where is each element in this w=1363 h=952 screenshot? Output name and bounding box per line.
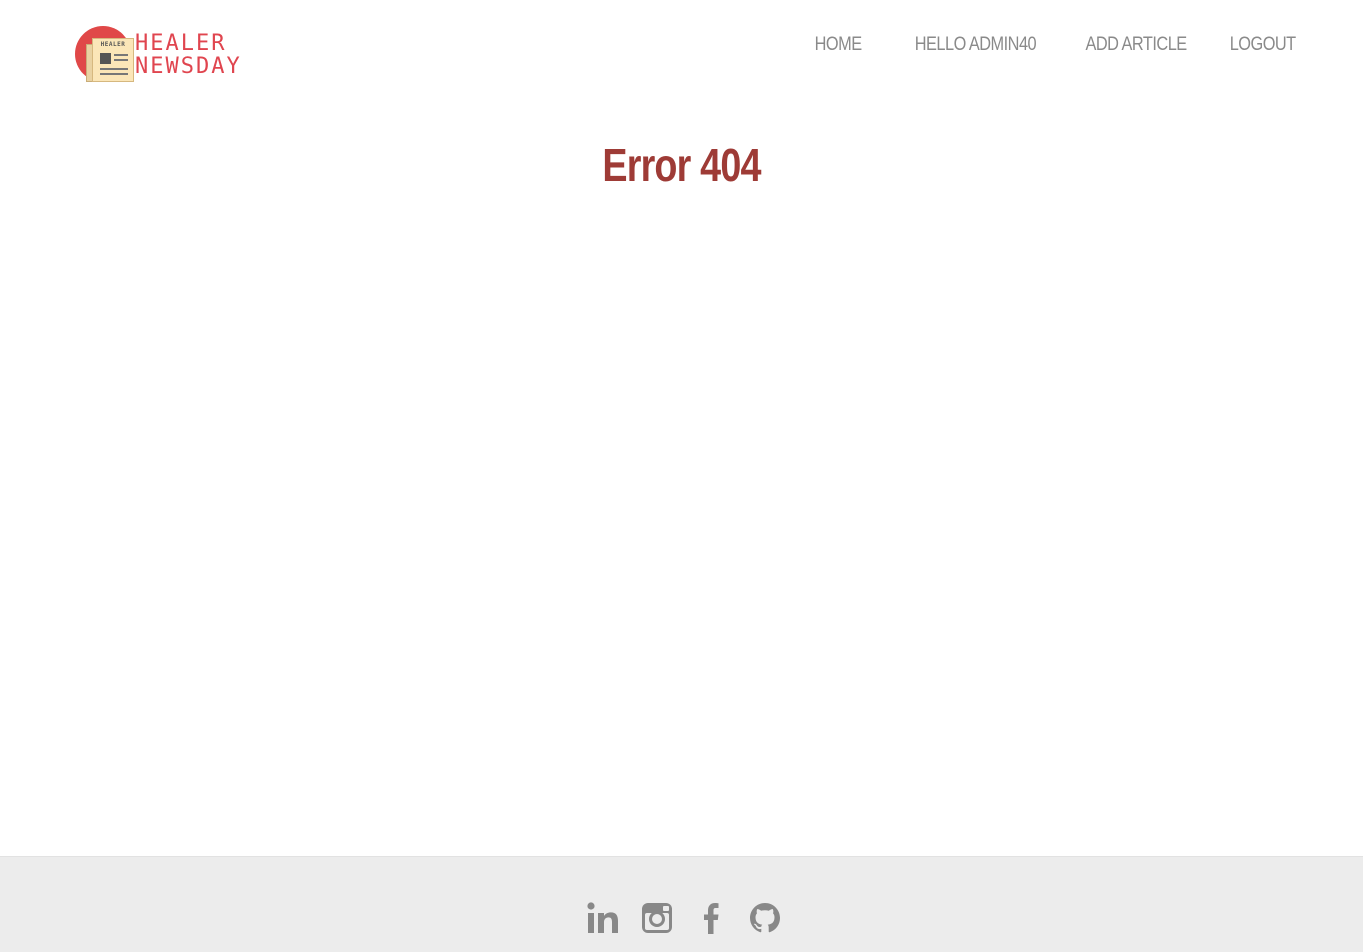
nav-home[interactable]: HOME	[815, 34, 862, 56]
social-links	[0, 901, 1363, 935]
logo-paper-line	[100, 68, 128, 70]
logo-paper-line	[100, 73, 128, 75]
error-title: Error 404	[0, 138, 1363, 192]
logo-word-bottom: NEWSDAY	[135, 54, 242, 79]
nav-logout[interactable]: LOGOUT	[1230, 34, 1296, 56]
error-title-text: Error 404	[602, 139, 761, 191]
site-footer	[0, 856, 1363, 952]
main-nav: HOME HELLO ADMIN40 ADD ARTICLE LOGOUT	[774, 34, 1297, 56]
logo-paper-image	[100, 53, 111, 64]
page: HEALER HEALER NEWSDAY HOME HELLO ADMIN40…	[0, 0, 1363, 952]
site-logo[interactable]: HEALER HEALER NEWSDAY	[74, 24, 264, 86]
instagram-icon[interactable]	[641, 901, 673, 935]
site-header: HEALER HEALER NEWSDAY HOME HELLO ADMIN40…	[0, 0, 1363, 110]
nav-hello-user[interactable]: HELLO ADMIN40	[914, 34, 1036, 56]
logo-paper-line	[114, 54, 128, 56]
logo-paper-title: HEALER	[100, 41, 126, 48]
github-icon[interactable]	[749, 901, 781, 935]
nav-add-article[interactable]: ADD ARTICLE	[1085, 34, 1187, 56]
newspaper-icon: HEALER	[92, 38, 134, 82]
facebook-icon[interactable]	[695, 901, 727, 935]
main-content: Error 404	[0, 110, 1363, 856]
linkedin-icon[interactable]	[586, 901, 619, 935]
logo-word-top: HEALER	[135, 31, 227, 56]
logo-paper-line	[114, 59, 128, 61]
